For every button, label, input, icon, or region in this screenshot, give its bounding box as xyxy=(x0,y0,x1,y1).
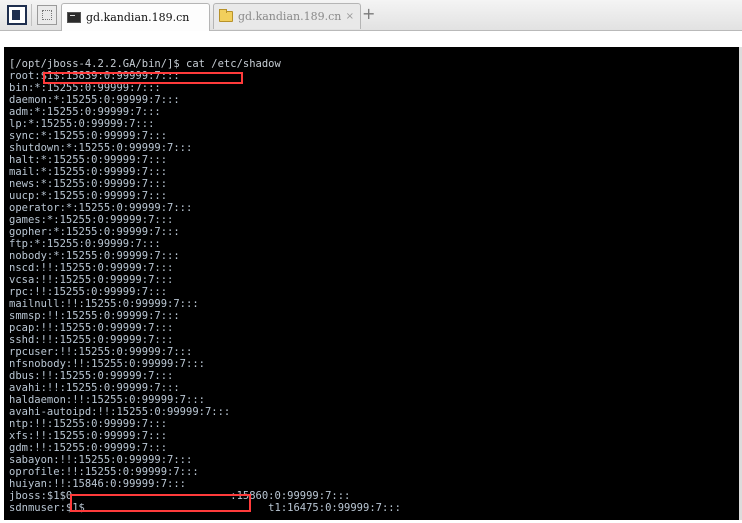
tab-bar: gd.kandian.189.cn gd.kandian.189.cn × + xyxy=(0,0,742,31)
terminal-line: ntp:!!:15255:0:99999:7::: xyxy=(9,418,168,430)
terminal-line: vcsa:!!:15255:0:99999:7::: xyxy=(9,274,174,286)
redaction-box-user-hashes xyxy=(70,494,251,512)
terminal-line: daemon:*:15255:0:99999:7::: xyxy=(9,94,180,106)
redaction-box-root-hash xyxy=(43,72,243,84)
terminal-line: huiyan:!!:15846:0:99999:7::: xyxy=(9,478,187,490)
layout-toggle-icon[interactable] xyxy=(7,5,27,25)
terminal-line: lp:*:15255:0:99999:7::: xyxy=(9,118,155,130)
terminal-line: avahi:!!:15255:0:99999:7::: xyxy=(9,382,180,394)
terminal-line: nobody:*:15255:0:99999:7::: xyxy=(9,250,180,262)
terminal-line: gopher:*:15255:0:99999:7::: xyxy=(9,226,180,238)
terminal-line: sync:*:15255:0:99999:7::: xyxy=(9,130,168,142)
terminal-line: games:*:15255:0:99999:7::: xyxy=(9,214,174,226)
terminal-line: news:*:15255:0:99999:7::: xyxy=(9,178,168,190)
terminal-line: rpc:!!:15255:0:99999:7::: xyxy=(9,286,168,298)
close-icon[interactable]: × xyxy=(346,11,354,22)
tab-label: gd.kandian.189.cn xyxy=(238,10,342,23)
terminal-line: xfs:!!:15255:0:99999:7::: xyxy=(9,430,168,442)
terminal-line: rpcuser:!!:15255:0:99999:7::: xyxy=(9,346,193,358)
tab-label: gd.kandian.189.cn xyxy=(86,11,190,24)
terminal-line: oprofile:!!:15255:0:99999:7::: xyxy=(9,466,199,478)
terminal-line: uucp:*:15255:0:99999:7::: xyxy=(9,190,168,202)
tab-file-browser[interactable]: gd.kandian.189.cn × xyxy=(213,3,361,29)
terminal-icon xyxy=(67,12,81,23)
add-tab-button[interactable]: + xyxy=(362,6,375,22)
toolbar-separator xyxy=(31,4,32,26)
terminal-line: ftp:*:15255:0:99999:7::: xyxy=(9,238,161,250)
terminal-line: smmsp:!!:15255:0:99999:7::: xyxy=(9,310,180,322)
tab-terminal-session[interactable]: gd.kandian.189.cn xyxy=(61,3,210,31)
terminal-line: pcap:!!:15255:0:99999:7::: xyxy=(9,322,174,334)
terminal-line: avahi-autoipd:!!:15255:0:99999:7::: xyxy=(9,406,231,418)
terminal-line: gdm:!!:15255:0:99999:7::: xyxy=(9,442,168,454)
folder-icon xyxy=(219,9,233,22)
terminal-output[interactable]: [/opt/jboss-4.2.2.GA/bin/]$ cat /etc/sha… xyxy=(4,47,739,520)
terminal-line: sabayon:!!:15255:0:99999:7::: xyxy=(9,454,193,466)
terminal-line: nfsnobody:!!:15255:0:99999:7::: xyxy=(9,358,205,370)
terminal-prompt-line: [/opt/jboss-4.2.2.GA/bin/]$ cat /etc/sha… xyxy=(9,58,281,70)
terminal-line: operator:*:15255:0:99999:7::: xyxy=(9,202,193,214)
terminal-line: mail:*:15255:0:99999:7::: xyxy=(9,166,168,178)
terminal-lines: [/opt/jboss-4.2.2.GA/bin/]$ cat /etc/sha… xyxy=(9,58,401,514)
terminal-line: dbus:!!:15255:0:99999:7::: xyxy=(9,370,174,382)
terminal-line: halt:*:15255:0:99999:7::: xyxy=(9,154,168,166)
terminal-line: mailnull:!!:15255:0:99999:7::: xyxy=(9,298,199,310)
terminal-line: haldaemon:!!:15255:0:99999:7::: xyxy=(9,394,205,406)
terminal-line: adm:*:15255:0:99999:7::: xyxy=(9,106,161,118)
terminal-line: nscd:!!:15255:0:99999:7::: xyxy=(9,262,174,274)
terminal-line: shutdown:*:15255:0:99999:7::: xyxy=(9,142,193,154)
terminal-line: sshd:!!:15255:0:99999:7::: xyxy=(9,334,174,346)
grid-view-icon[interactable] xyxy=(37,5,57,25)
